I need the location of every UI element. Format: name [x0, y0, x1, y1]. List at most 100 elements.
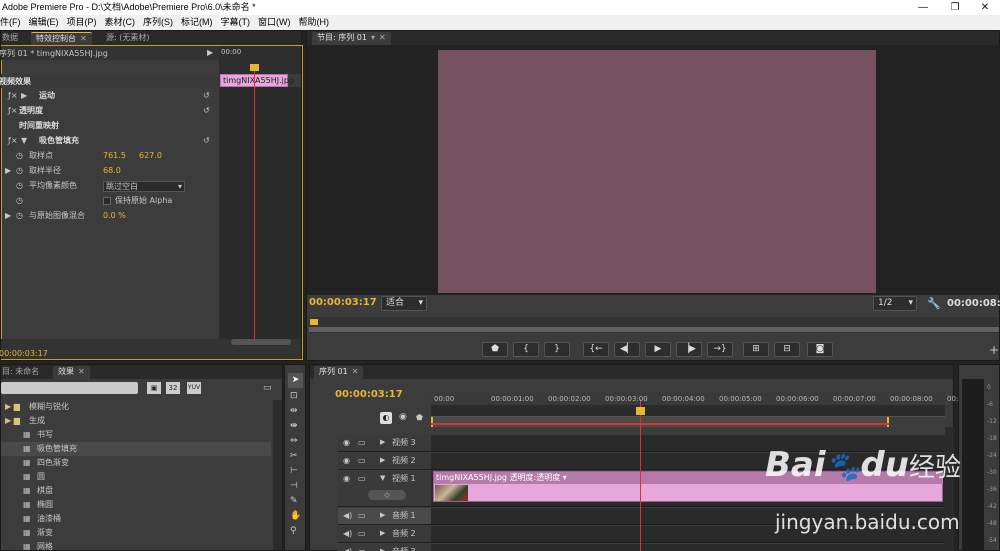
eye-icon[interactable]: ◉: [343, 474, 350, 483]
extract-button[interactable]: ⊟: [774, 342, 800, 357]
reset-icon[interactable]: ↺: [203, 134, 210, 148]
go-to-in-button[interactable]: {←: [583, 342, 609, 357]
wrench-icon[interactable]: 🔧: [927, 297, 941, 310]
go-to-out-button[interactable]: →}: [707, 342, 733, 357]
expand-arrow-icon[interactable]: ▼: [21, 134, 27, 148]
sample-point-x[interactable]: 761.5: [103, 149, 126, 163]
speaker-icon[interactable]: ◀): [343, 547, 352, 551]
play-arrow-icon[interactable]: ▶: [207, 48, 213, 57]
expand-arrow-icon[interactable]: ▶: [21, 89, 27, 103]
snap-icon[interactable]: ◐: [380, 412, 392, 424]
menu-marker[interactable]: 标记(M): [177, 15, 217, 30]
ec-playhead-handle[interactable]: [250, 64, 259, 71]
mark-in-button[interactable]: {: [513, 342, 539, 357]
expand-arrow-icon[interactable]: ▶: [380, 547, 385, 551]
timeline-playhead-handle[interactable]: [636, 407, 645, 415]
track-select-tool-icon[interactable]: ⊡: [290, 391, 298, 401]
rate-stretch-tool-icon[interactable]: ⇔: [290, 436, 298, 446]
ruler-ticks[interactable]: [431, 405, 945, 417]
effects-scrollbar[interactable]: [273, 400, 282, 550]
effect-row-time-remap[interactable]: 时间重映射: [1, 119, 219, 133]
expand-arrow-icon[interactable]: ▶: [380, 456, 385, 464]
expand-arrow-icon[interactable]: ▶: [5, 209, 11, 223]
eye-icon[interactable]: ◉: [343, 438, 350, 447]
lock-icon[interactable]: ▭: [358, 474, 366, 483]
effects-list-item[interactable]: ▦ 油漆桶: [1, 512, 271, 526]
expand-arrow-icon[interactable]: ▼: [380, 474, 385, 482]
stopwatch-icon[interactable]: ◷: [16, 194, 23, 208]
expand-arrow-icon[interactable]: ▶: [380, 511, 385, 519]
video-track-header[interactable]: ◉ ▭ ▶ 视频 2: [338, 453, 431, 470]
timeline-timecode[interactable]: 00:00:03:17: [335, 389, 403, 400]
reset-icon[interactable]: ↺: [203, 104, 210, 118]
effects-list-item[interactable]: ▦ 圆: [1, 470, 271, 484]
audio-track-lane[interactable]: [431, 544, 945, 551]
close-icon[interactable]: ✕: [379, 33, 386, 42]
minimize-button[interactable]: —: [908, 0, 938, 15]
lock-icon[interactable]: ▭: [358, 547, 366, 551]
lift-button[interactable]: ⊞: [743, 342, 769, 357]
eye-icon[interactable]: ◉: [343, 456, 350, 465]
keep-original-checkbox[interactable]: [103, 197, 111, 205]
lock-icon[interactable]: ▭: [358, 511, 366, 520]
lock-icon[interactable]: ▭: [358, 438, 366, 447]
32bit-icon[interactable]: 32: [166, 382, 180, 394]
export-frame-button[interactable]: ◙: [807, 342, 833, 357]
menu-project[interactable]: 项目(P): [63, 15, 101, 30]
program-zoom-bar[interactable]: [309, 327, 999, 332]
zoom-tool-icon[interactable]: ⚲: [290, 526, 297, 536]
menu-clip[interactable]: 素材(C): [101, 15, 140, 30]
average-color-dropdown[interactable]: 跳过空白 ▾: [103, 181, 185, 192]
blend-value[interactable]: 0.0 %: [103, 209, 126, 223]
menu-help[interactable]: 帮助(H): [295, 15, 334, 30]
play-button[interactable]: ▶: [645, 342, 671, 357]
new-bin-icon[interactable]: ▭: [263, 383, 272, 393]
step-forward-button[interactable]: ▕▶: [676, 342, 702, 357]
expand-arrow-icon[interactable]: ▶: [380, 438, 385, 446]
effects-list-item[interactable]: ▦ 四色渐变: [1, 456, 271, 470]
effects-list-item[interactable]: ▦ 吸色管填充: [1, 442, 271, 456]
audio-track-header[interactable]: ◀) ▭ ▶ 音频 3: [338, 544, 431, 551]
tab-data[interactable]: 数据: [0, 32, 23, 45]
stopwatch-icon[interactable]: ◷: [16, 179, 23, 193]
lock-icon[interactable]: ▭: [358, 456, 366, 465]
maximize-button[interactable]: ❐: [940, 0, 970, 15]
resolution-dropdown[interactable]: 1/2 ▾: [873, 296, 917, 311]
program-playhead[interactable]: [310, 319, 318, 325]
add-marker-icon[interactable]: ⬟: [416, 413, 423, 422]
speaker-icon[interactable]: ◀): [343, 529, 352, 538]
audio-track-header[interactable]: ◀) ▭ ▶ 音频 1: [338, 508, 431, 525]
keyframe-navigator[interactable]: ◇: [368, 490, 406, 500]
menu-window[interactable]: 窗口(W): [254, 15, 295, 30]
effects-list-item[interactable]: ▦ 网格: [1, 540, 271, 551]
speaker-icon[interactable]: ◀): [343, 511, 352, 520]
effects-search-input[interactable]: [1, 382, 138, 394]
expand-arrow-icon[interactable]: ▶: [380, 529, 385, 537]
tab-program[interactable]: 节目: 序列 01 ▾ ✕: [312, 32, 391, 45]
audio-track-header[interactable]: ◀) ▭ ▶ 音频 2: [338, 526, 431, 543]
effects-list-item[interactable]: ▦ 椭圆: [1, 498, 271, 512]
effects-list-item[interactable]: ▦ 书写: [1, 428, 271, 442]
fit-dropdown[interactable]: 适合 ▾: [381, 296, 427, 311]
slip-tool-icon[interactable]: ⊢: [290, 466, 298, 476]
ec-timeline-area[interactable]: [219, 87, 301, 339]
close-icon[interactable]: ✕: [352, 367, 359, 376]
effect-row-eyedropper-fill[interactable]: ƒ× ▼ 吸色管填充 ↺: [1, 134, 219, 148]
effect-row-opacity[interactable]: ƒ× 透明度 ↺: [1, 104, 219, 118]
mark-out-button[interactable]: }: [544, 342, 570, 357]
stopwatch-icon[interactable]: ◷: [16, 209, 23, 223]
marker-icon[interactable]: ◉: [399, 412, 407, 422]
menu-sequence[interactable]: 序列(S): [139, 15, 177, 30]
program-timecode[interactable]: 00:00:03:17: [309, 297, 377, 308]
close-icon[interactable]: ✕: [80, 34, 87, 43]
menu-file[interactable]: 件(F): [0, 15, 25, 30]
selection-tool-icon[interactable]: ➤: [288, 373, 303, 388]
menu-edit[interactable]: 编辑(E): [25, 15, 63, 30]
ripple-edit-tool-icon[interactable]: ⇹: [290, 406, 298, 416]
work-area-bar[interactable]: [431, 417, 889, 427]
accelerated-icon[interactable]: ▣: [147, 382, 161, 394]
ec-zoom-scrollbar[interactable]: [231, 339, 291, 345]
add-button-icon[interactable]: +: [989, 343, 999, 357]
step-back-button[interactable]: ◀▏: [614, 342, 640, 357]
video-track-header[interactable]: ◉ ▭ ▼ 视频 1 ◇: [338, 471, 431, 507]
